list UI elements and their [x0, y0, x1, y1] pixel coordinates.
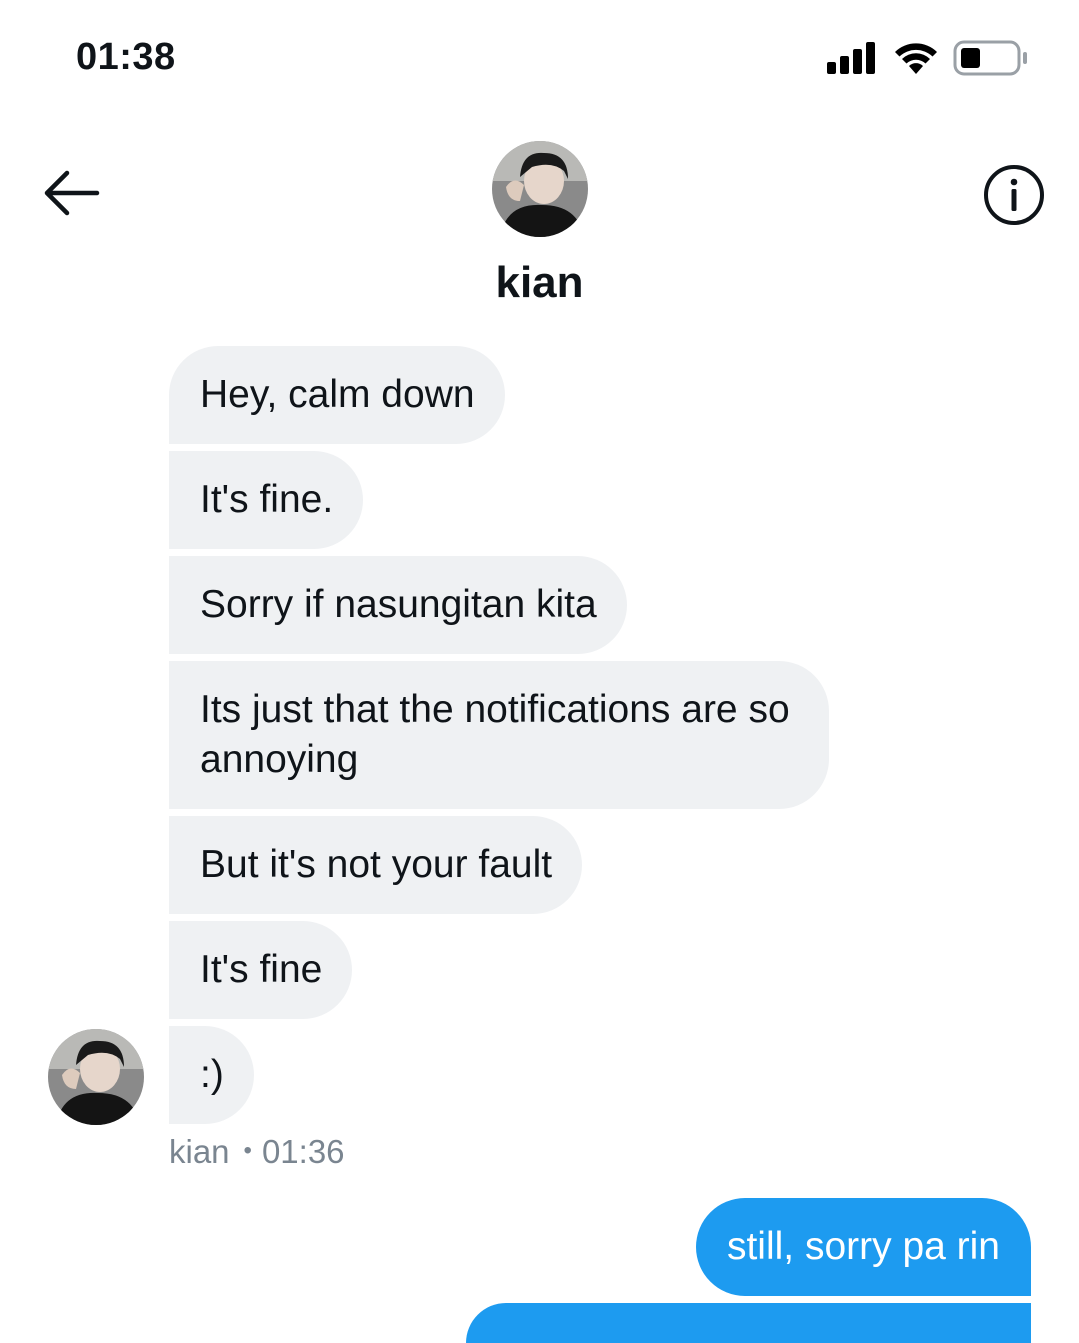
message-bubble[interactable]: Its just that the notifications are so a… — [169, 661, 829, 809]
message-bubble[interactable]: It's fine. — [169, 451, 364, 549]
message-bubble[interactable]: But it's not your fault — [169, 816, 583, 914]
message-text: It's fine — [200, 948, 323, 991]
message-text: Sorry if nasungitan kita — [200, 583, 597, 626]
meta-separator: • — [243, 1137, 252, 1164]
message-bubble[interactable]: Sorry if nasungitan kita — [169, 556, 627, 654]
meta-sender: kian — [169, 1133, 230, 1170]
message-text: It's fine. — [200, 478, 334, 521]
outgoing-message-bubble[interactable]: still, sorry pa rin — [695, 1198, 1031, 1296]
message-text: But it's not your fault — [200, 843, 553, 886]
message-bubble[interactable]: It's fine — [169, 921, 353, 1019]
message-meta: kian • 01:36 — [169, 1133, 345, 1171]
sender-avatar[interactable] — [48, 1029, 144, 1125]
message-text: :) — [200, 1053, 224, 1096]
message-thread: Hey, calm down It's fine. Sorry if nasun… — [0, 0, 1079, 1343]
outgoing-message-bubble-partial[interactable] — [466, 1303, 1031, 1343]
message-bubble[interactable]: Hey, calm down — [169, 346, 505, 444]
message-bubble[interactable]: :) — [169, 1026, 254, 1124]
meta-time: 01:36 — [261, 1133, 345, 1170]
avatar-photo — [48, 1029, 144, 1125]
message-text: Its just that the notifications are so a… — [200, 688, 790, 781]
message-text: still, sorry pa rin — [726, 1225, 1000, 1268]
message-text: Hey, calm down — [200, 373, 475, 416]
